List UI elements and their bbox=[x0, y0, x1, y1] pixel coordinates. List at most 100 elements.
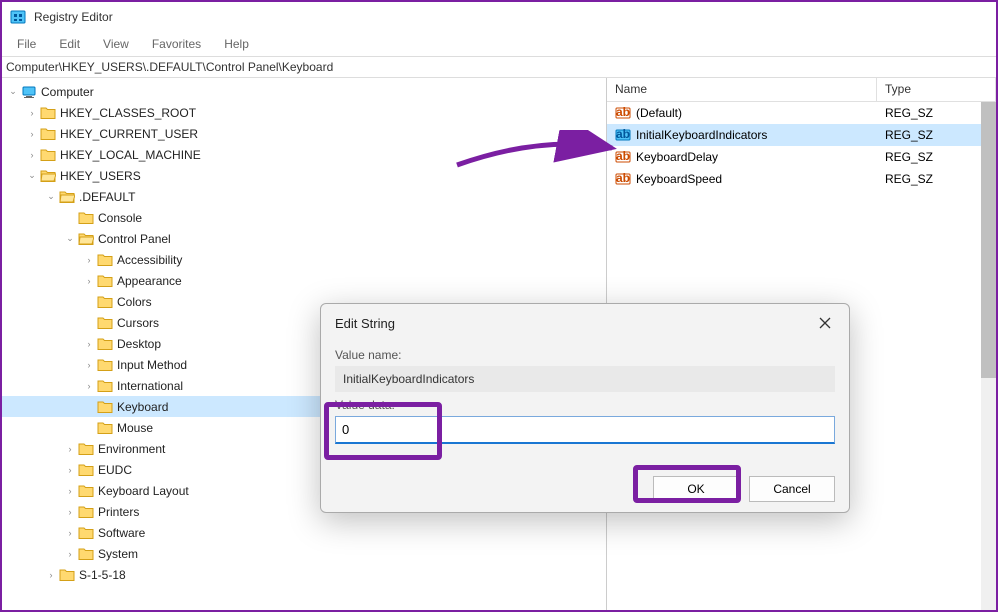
chevron-right-icon[interactable]: › bbox=[62, 444, 78, 454]
chevron-right-icon[interactable]: › bbox=[24, 150, 40, 160]
chevron-right-icon[interactable]: › bbox=[62, 486, 78, 496]
value-name: KeyboardSpeed bbox=[636, 172, 722, 186]
menu-help[interactable]: Help bbox=[214, 34, 259, 54]
chevron-right-icon[interactable]: › bbox=[62, 465, 78, 475]
folder-icon bbox=[59, 567, 75, 583]
folder-icon bbox=[97, 378, 113, 394]
tree-root-computer[interactable]: ⌄ Computer bbox=[2, 81, 606, 102]
value-name-field: InitialKeyboardIndicators bbox=[335, 366, 835, 392]
tree-appearance[interactable]: › Appearance bbox=[2, 270, 606, 291]
svg-text:ab: ab bbox=[616, 149, 630, 163]
address-bar[interactable]: Computer\HKEY_USERS\.DEFAULT\Control Pan… bbox=[2, 56, 996, 78]
tree-console[interactable]: Console bbox=[2, 207, 606, 228]
chevron-right-icon[interactable]: › bbox=[62, 528, 78, 538]
folder-icon bbox=[78, 546, 94, 562]
tree-label: International bbox=[117, 379, 183, 393]
list-row[interactable]: ab KeyboardSpeed REG_SZ bbox=[607, 168, 996, 190]
tree-label: Colors bbox=[117, 295, 152, 309]
folder-icon bbox=[97, 252, 113, 268]
list-row[interactable]: ab InitialKeyboardIndicators REG_SZ bbox=[607, 124, 996, 146]
menu-favorites[interactable]: Favorites bbox=[142, 34, 211, 54]
value-name: (Default) bbox=[636, 106, 682, 120]
tree-label: Accessibility bbox=[117, 253, 182, 267]
value-name: InitialKeyboardIndicators bbox=[636, 128, 767, 142]
close-icon bbox=[819, 317, 831, 329]
list-header: Name Type bbox=[607, 78, 996, 102]
close-button[interactable] bbox=[815, 313, 835, 333]
tree-s-1-5-18[interactable]: › S-1-5-18 bbox=[2, 564, 606, 585]
tree-label: S-1-5-18 bbox=[79, 568, 126, 582]
tree-system[interactable]: › System bbox=[2, 543, 606, 564]
folder-icon bbox=[78, 441, 94, 457]
dialog-title-text: Edit String bbox=[335, 316, 395, 331]
dialog-titlebar: Edit String bbox=[321, 304, 849, 342]
chevron-right-icon[interactable]: › bbox=[81, 255, 97, 265]
chevron-down-icon[interactable]: ⌄ bbox=[24, 170, 40, 181]
folder-icon bbox=[78, 525, 94, 541]
list-row[interactable]: abKeyboardDelay REG_SZ bbox=[607, 146, 996, 168]
value-type: REG_SZ bbox=[877, 150, 996, 164]
value-data-input[interactable] bbox=[335, 416, 835, 444]
chevron-right-icon[interactable]: › bbox=[81, 276, 97, 286]
chevron-right-icon[interactable]: › bbox=[81, 381, 97, 391]
tree-hkey-users[interactable]: ⌄ HKEY_USERS bbox=[2, 165, 606, 186]
tree-control-panel[interactable]: ⌄ Control Panel bbox=[2, 228, 606, 249]
tree-label: Control Panel bbox=[98, 232, 171, 246]
folder-open-icon bbox=[78, 231, 94, 247]
tree-label: Keyboard bbox=[117, 400, 168, 414]
tree-label: HKEY_CURRENT_USER bbox=[60, 127, 198, 141]
tree-label: Mouse bbox=[117, 421, 153, 435]
tree-default[interactable]: ⌄ .DEFAULT bbox=[2, 186, 606, 207]
list-row[interactable]: ab(Default) REG_SZ bbox=[607, 102, 996, 124]
tree-label: .DEFAULT bbox=[79, 190, 135, 204]
chevron-right-icon[interactable]: › bbox=[24, 129, 40, 139]
regedit-app-icon bbox=[10, 9, 26, 25]
menu-file[interactable]: File bbox=[7, 34, 46, 54]
tree-label: Console bbox=[98, 211, 142, 225]
folder-icon bbox=[40, 105, 56, 121]
chevron-down-icon[interactable]: ⌄ bbox=[43, 191, 59, 202]
tree-label: Keyboard Layout bbox=[98, 484, 189, 498]
value-type: REG_SZ bbox=[877, 128, 996, 142]
tree-label: Cursors bbox=[117, 316, 159, 330]
chevron-right-icon[interactable]: › bbox=[24, 108, 40, 118]
folder-icon bbox=[78, 462, 94, 478]
tree-label: HKEY_CLASSES_ROOT bbox=[60, 106, 196, 120]
col-name-header[interactable]: Name bbox=[607, 78, 877, 101]
string-value-icon: ab bbox=[615, 171, 631, 187]
tree-label: Computer bbox=[41, 85, 94, 99]
menu-view[interactable]: View bbox=[93, 34, 139, 54]
folder-icon bbox=[78, 210, 94, 226]
folder-icon bbox=[97, 357, 113, 373]
chevron-right-icon[interactable]: › bbox=[81, 360, 97, 370]
tree-hkey-current-user[interactable]: › HKEY_CURRENT_USER bbox=[2, 123, 606, 144]
chevron-right-icon[interactable]: › bbox=[43, 570, 59, 580]
ok-button[interactable]: OK bbox=[653, 476, 739, 502]
tree-label: System bbox=[98, 547, 138, 561]
chevron-right-icon[interactable]: › bbox=[62, 507, 78, 517]
tree-hkey-local-machine[interactable]: › HKEY_LOCAL_MACHINE bbox=[2, 144, 606, 165]
folder-icon bbox=[97, 273, 113, 289]
tree-software[interactable]: › Software bbox=[2, 522, 606, 543]
chevron-right-icon[interactable]: › bbox=[81, 339, 97, 349]
folder-icon bbox=[78, 504, 94, 520]
tree-label: Software bbox=[98, 526, 145, 540]
string-value-icon: ab bbox=[615, 127, 631, 143]
col-type-header[interactable]: Type bbox=[877, 78, 996, 101]
tree-hkey-classes-root[interactable]: › HKEY_CLASSES_ROOT bbox=[2, 102, 606, 123]
chevron-right-icon[interactable]: › bbox=[62, 549, 78, 559]
value-type: REG_SZ bbox=[877, 106, 996, 120]
cancel-button[interactable]: Cancel bbox=[749, 476, 835, 502]
value-type: REG_SZ bbox=[877, 172, 996, 186]
menu-edit[interactable]: Edit bbox=[49, 34, 90, 54]
chevron-down-icon[interactable]: ⌄ bbox=[5, 86, 21, 97]
tree-accessibility[interactable]: › Accessibility bbox=[2, 249, 606, 270]
folder-icon bbox=[97, 294, 113, 310]
tree-label: HKEY_USERS bbox=[60, 169, 141, 183]
folder-icon bbox=[78, 483, 94, 499]
folder-icon bbox=[97, 315, 113, 331]
value-name-label: Value name: bbox=[335, 348, 835, 362]
menubar: File Edit View Favorites Help bbox=[2, 32, 996, 56]
chevron-down-icon[interactable]: ⌄ bbox=[62, 233, 78, 244]
tree-label: Printers bbox=[98, 505, 139, 519]
